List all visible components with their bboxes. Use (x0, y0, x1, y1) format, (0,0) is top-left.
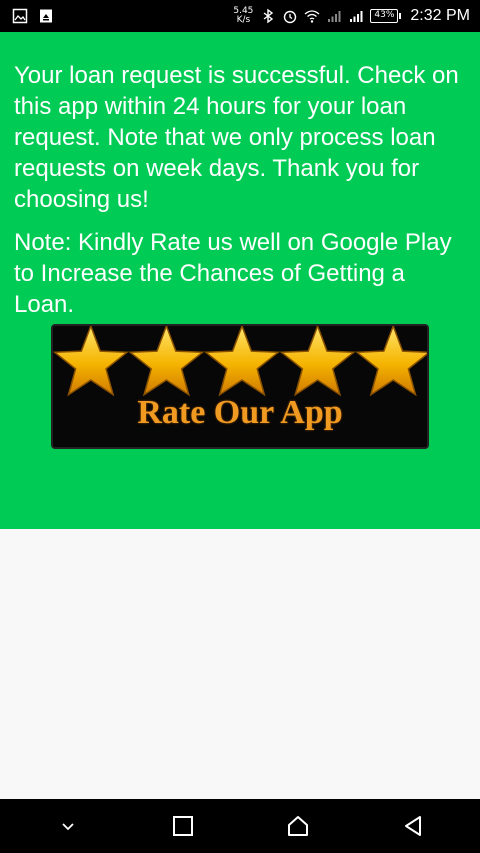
star-icon (279, 326, 356, 397)
nav-home-button[interactable] (278, 806, 318, 846)
network-speed: 5.45 K/s (232, 7, 254, 25)
download-notification-icon (40, 9, 52, 23)
chevron-down-icon (61, 823, 74, 831)
rate-our-app-label: Rate Our App (137, 394, 343, 431)
battery-indicator: 43% (370, 9, 402, 23)
star-icon (53, 326, 129, 397)
recents-square-icon (172, 816, 193, 836)
status-right: 5.45 K/s 43% 2:32 PM (232, 7, 470, 25)
gallery-notification-icon (12, 8, 28, 24)
loan-success-panel: Your loan request is successful. Check o… (0, 32, 480, 529)
back-triangle-icon (404, 816, 421, 836)
star-icon (355, 326, 427, 397)
navigation-bar (0, 799, 480, 853)
signal-sim2-icon (350, 11, 363, 22)
status-left (12, 8, 54, 24)
bluetooth-icon (263, 8, 274, 24)
status-bar: 5.45 K/s 43% 2:32 PM (0, 0, 480, 32)
star-icon (203, 326, 281, 397)
rating-note: Note: Kindly Rate us well on Google Play… (14, 229, 452, 318)
rate-our-app-button[interactable]: Rate Our App (51, 324, 429, 449)
home-icon (287, 816, 308, 836)
nav-back-button[interactable] (393, 806, 433, 846)
nav-collapse-button[interactable] (48, 806, 88, 846)
alarm-icon (284, 10, 297, 24)
signal-sim1-icon (328, 11, 341, 22)
wifi-icon (304, 10, 320, 23)
star-icon (128, 326, 205, 397)
clock: 2:32 PM (410, 7, 470, 24)
net-speed-unit: K/s (236, 15, 251, 25)
success-message: Your loan request is successful. Check o… (14, 62, 459, 213)
nav-recents-button[interactable] (163, 806, 203, 846)
